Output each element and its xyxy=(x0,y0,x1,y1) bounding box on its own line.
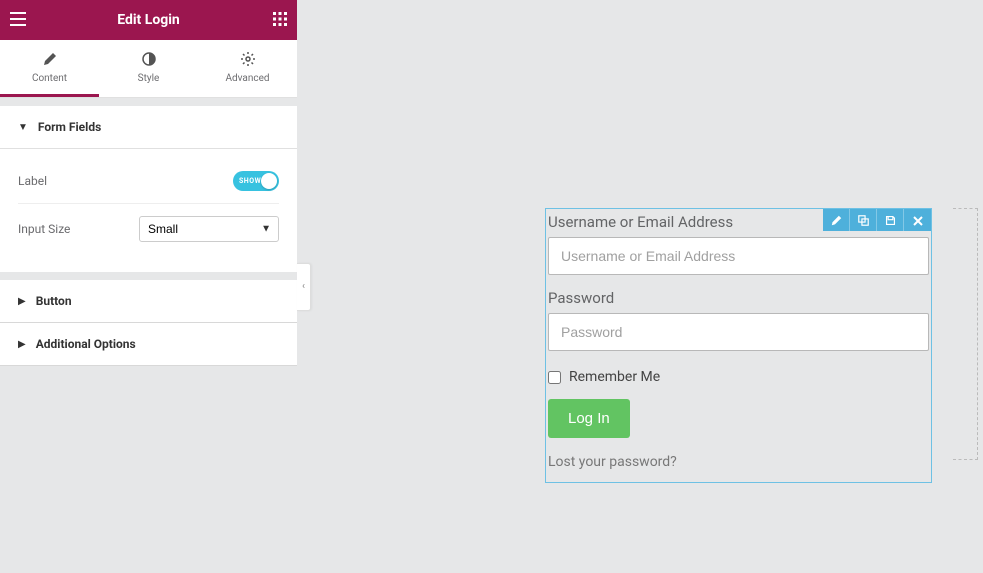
canvas: ‹ Username or Email Address Password xyxy=(297,0,983,573)
save-icon xyxy=(885,211,896,230)
form-group-password xyxy=(546,313,931,365)
password-input[interactable] xyxy=(548,313,929,351)
sidebar-header: Edit Login xyxy=(0,0,297,40)
section-title: Form Fields xyxy=(38,120,101,134)
select-input-size[interactable]: ▼ xyxy=(139,216,279,242)
section-additional-options: ▶ Additional Options xyxy=(0,323,297,366)
toggle-text: SHOW xyxy=(239,177,261,185)
section-form-fields: ▼ Form Fields Label SHOW Input Size ▼ xyxy=(0,106,297,272)
section-button: ▶ Button xyxy=(0,280,297,323)
select-input[interactable] xyxy=(139,216,279,242)
login-button[interactable]: Log In xyxy=(548,399,630,438)
login-widget[interactable]: Username or Email Address Password Remem… xyxy=(545,208,932,483)
chevron-left-icon: ‹ xyxy=(302,281,305,292)
pencil-icon xyxy=(831,211,842,230)
apps-grid-icon[interactable] xyxy=(273,11,287,30)
collapse-handle[interactable]: ‹ xyxy=(297,263,311,311)
pencil-icon xyxy=(0,52,99,69)
delete-button[interactable] xyxy=(904,209,931,231)
caret-right-icon: ▶ xyxy=(18,296,26,307)
contrast-icon xyxy=(99,52,198,69)
toggle-knob xyxy=(261,173,277,189)
caret-right-icon: ▶ xyxy=(18,339,26,350)
username-input[interactable] xyxy=(548,237,929,275)
lost-password-link[interactable]: Lost your password? xyxy=(546,454,931,470)
section-title: Additional Options xyxy=(36,337,136,351)
remember-me-row: Remember Me xyxy=(546,365,931,399)
copy-icon xyxy=(858,211,869,230)
tab-style[interactable]: Style xyxy=(99,40,198,97)
caret-down-icon: ▼ xyxy=(18,122,28,133)
section-content: Label SHOW Input Size ▼ xyxy=(0,149,297,272)
save-button[interactable] xyxy=(877,209,904,231)
tabs: Content Style Advanced xyxy=(0,40,297,98)
tab-label: Style xyxy=(138,73,160,84)
control-row-label: Label SHOW xyxy=(18,159,279,204)
editor-sidebar: Edit Login Content Style Adv xyxy=(0,0,297,573)
section-header-button[interactable]: ▶ Button xyxy=(0,280,297,323)
hamburger-icon[interactable] xyxy=(10,11,26,30)
duplicate-button[interactable] xyxy=(850,209,877,231)
section-dashed-outline xyxy=(953,208,978,460)
control-row-input-size: Input Size ▼ xyxy=(18,204,279,254)
gear-icon xyxy=(198,52,297,69)
sidebar-title: Edit Login xyxy=(0,12,297,28)
panel-body: ▼ Form Fields Label SHOW Input Size ▼ xyxy=(0,98,297,573)
remember-me-label: Remember Me xyxy=(569,369,660,385)
tab-advanced[interactable]: Advanced xyxy=(198,40,297,97)
section-header-additional-options[interactable]: ▶ Additional Options xyxy=(0,323,297,366)
close-icon xyxy=(913,211,923,230)
toggle-label[interactable]: SHOW xyxy=(233,171,279,191)
tab-label: Content xyxy=(32,73,67,84)
password-label: Password xyxy=(546,289,931,307)
section-header-form-fields[interactable]: ▼ Form Fields xyxy=(0,106,297,149)
login-form: Username or Email Address Password Remem… xyxy=(546,209,931,482)
control-label: Label xyxy=(18,174,47,188)
section-title: Button xyxy=(36,294,72,308)
widget-toolbar xyxy=(823,209,931,231)
tab-label: Advanced xyxy=(225,73,269,84)
tab-content[interactable]: Content xyxy=(0,40,99,97)
control-label: Input Size xyxy=(18,222,70,236)
edit-button[interactable] xyxy=(823,209,850,231)
remember-me-checkbox[interactable] xyxy=(548,371,561,384)
form-group-username xyxy=(546,237,931,289)
